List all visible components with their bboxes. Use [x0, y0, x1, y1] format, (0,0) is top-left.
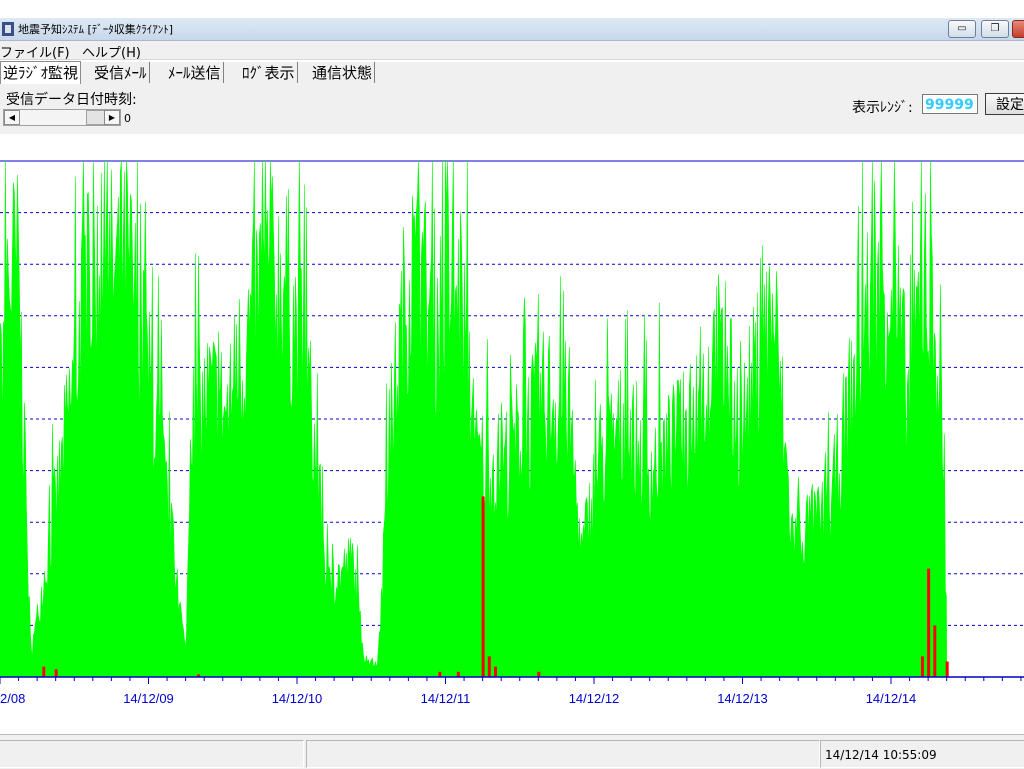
control-panel: 受信データ日付時刻: ◀ ▶ 0 表示ﾚﾝｼﾞ: 99999 設定 [0, 84, 1024, 134]
tab-log-view[interactable]: ﾛｸﾞ表示 [240, 62, 298, 83]
display-range-label: 表示ﾚﾝｼﾞ: [852, 100, 913, 116]
x-tick-label: 14/12/09 [123, 691, 174, 706]
scroll-value: 0 [124, 112, 131, 125]
minimize-button[interactable]: ▭ [948, 20, 976, 38]
x-tick-label: 14/12/12 [569, 691, 620, 706]
menu-file[interactable]: ファイル(F) [0, 42, 70, 61]
x-tick-label: 14/12/14 [866, 691, 917, 706]
scroll-left-arrow-icon[interactable]: ◀ [4, 110, 20, 125]
series-red-spike [54, 669, 58, 677]
restore-button[interactable]: ❐ [981, 20, 1009, 38]
scroll-thumb[interactable] [86, 110, 106, 125]
x-tick-label: 14/12/10 [272, 691, 323, 706]
series-red-spike [42, 666, 46, 677]
status-cell-1 [0, 740, 304, 768]
x-tick-label: 14/12/13 [717, 691, 768, 706]
menu-help[interactable]: ヘルプ(H) [82, 42, 141, 61]
tab-strip: 逆ﾗｼﾞｵ監視 受信ﾒｰﾙ ﾒｰﾙ送信 ﾛｸﾞ表示 通信状態 [0, 61, 1024, 84]
date-scrollbar[interactable]: ◀ ▶ [3, 109, 121, 126]
series-red-spike [537, 671, 541, 677]
menu-bar: ファイル(F) ヘルプ(H) [0, 41, 1024, 61]
window-title: 地震予知ｼｽﾃﾑ [ﾃﾞｰﾀ収集ｸﾗｲｱﾝﾄ] [18, 23, 174, 36]
monitor-chart: 14/12/08 14/12/09 14/12/10 14/12/11 14/12/12… [0, 160, 1024, 706]
title-bar: 地震予知ｼｽﾃﾑ [ﾃﾞｰﾀ収集ｸﾗｲｱﾝﾄ] ▭ ❐ [0, 18, 1024, 41]
tab-reverse-radio-monitor[interactable]: 逆ﾗｼﾞｵ監視 [0, 61, 82, 84]
series-red-spike [456, 671, 460, 677]
series-red-spike [481, 496, 485, 677]
series-red-spike [927, 568, 931, 677]
set-button[interactable]: 設定 [985, 93, 1024, 115]
tab-comm-status[interactable]: 通信状態 [310, 62, 376, 83]
status-bar: 14/12/14 10:55:09 [0, 734, 1024, 769]
scroll-right-arrow-icon[interactable]: ▶ [104, 110, 120, 125]
series-red-spike [438, 671, 442, 677]
series-red-spike [494, 666, 497, 677]
series-red-spike [487, 656, 491, 677]
x-tick-label: 14/12/11 [421, 691, 471, 706]
close-button[interactable] [1012, 20, 1024, 38]
tab-received-mail[interactable]: 受信ﾒｰﾙ [92, 62, 150, 83]
series-red-spike [920, 656, 924, 677]
received-datetime-label: 受信データ日付時刻: [6, 92, 137, 108]
status-timestamp: 14/12/14 10:55:09 [820, 740, 1024, 768]
series-red-spike [945, 661, 949, 677]
tab-send-mail[interactable]: ﾒｰﾙ送信 [166, 62, 224, 83]
monitor-graph: 14/12/08 14/12/09 14/12/10 14/12/11 14/12/12… [0, 134, 1024, 734]
status-cell-2 [306, 740, 820, 768]
series-red-spike [933, 625, 937, 677]
x-tick-label: 14/12/08 [0, 691, 25, 706]
app-icon [2, 22, 14, 36]
display-range-input[interactable]: 99999 [922, 94, 978, 114]
